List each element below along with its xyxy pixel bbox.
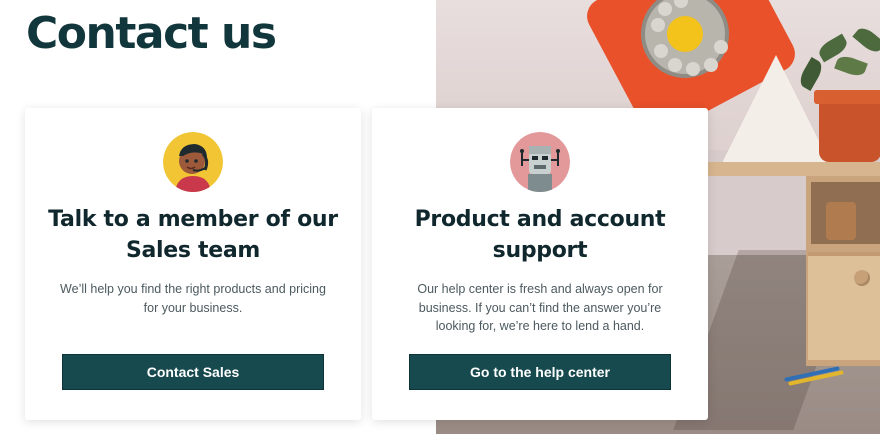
sales-card: Talk to a member of our Sales team We’ll… xyxy=(25,108,361,420)
support-card-heading: Product and account support xyxy=(414,207,666,263)
page-title: Contact us xyxy=(26,8,277,59)
contact-sales-button[interactable]: Contact Sales xyxy=(62,354,324,390)
help-center-button[interactable]: Go to the help center xyxy=(409,354,671,390)
sales-card-heading: Talk to a member of our Sales team xyxy=(48,207,338,263)
sales-card-description: We’ll help you find the right products a… xyxy=(60,282,326,315)
wooden-shelf xyxy=(706,162,880,176)
support-card: Product and account support Our help cen… xyxy=(372,108,708,420)
support-card-description: Our help center is fresh and always open… xyxy=(417,282,663,333)
drawer xyxy=(808,252,880,360)
pencil-cup xyxy=(826,202,856,240)
robot-avatar-icon xyxy=(510,132,570,192)
headset-agent-avatar-icon xyxy=(163,132,223,192)
